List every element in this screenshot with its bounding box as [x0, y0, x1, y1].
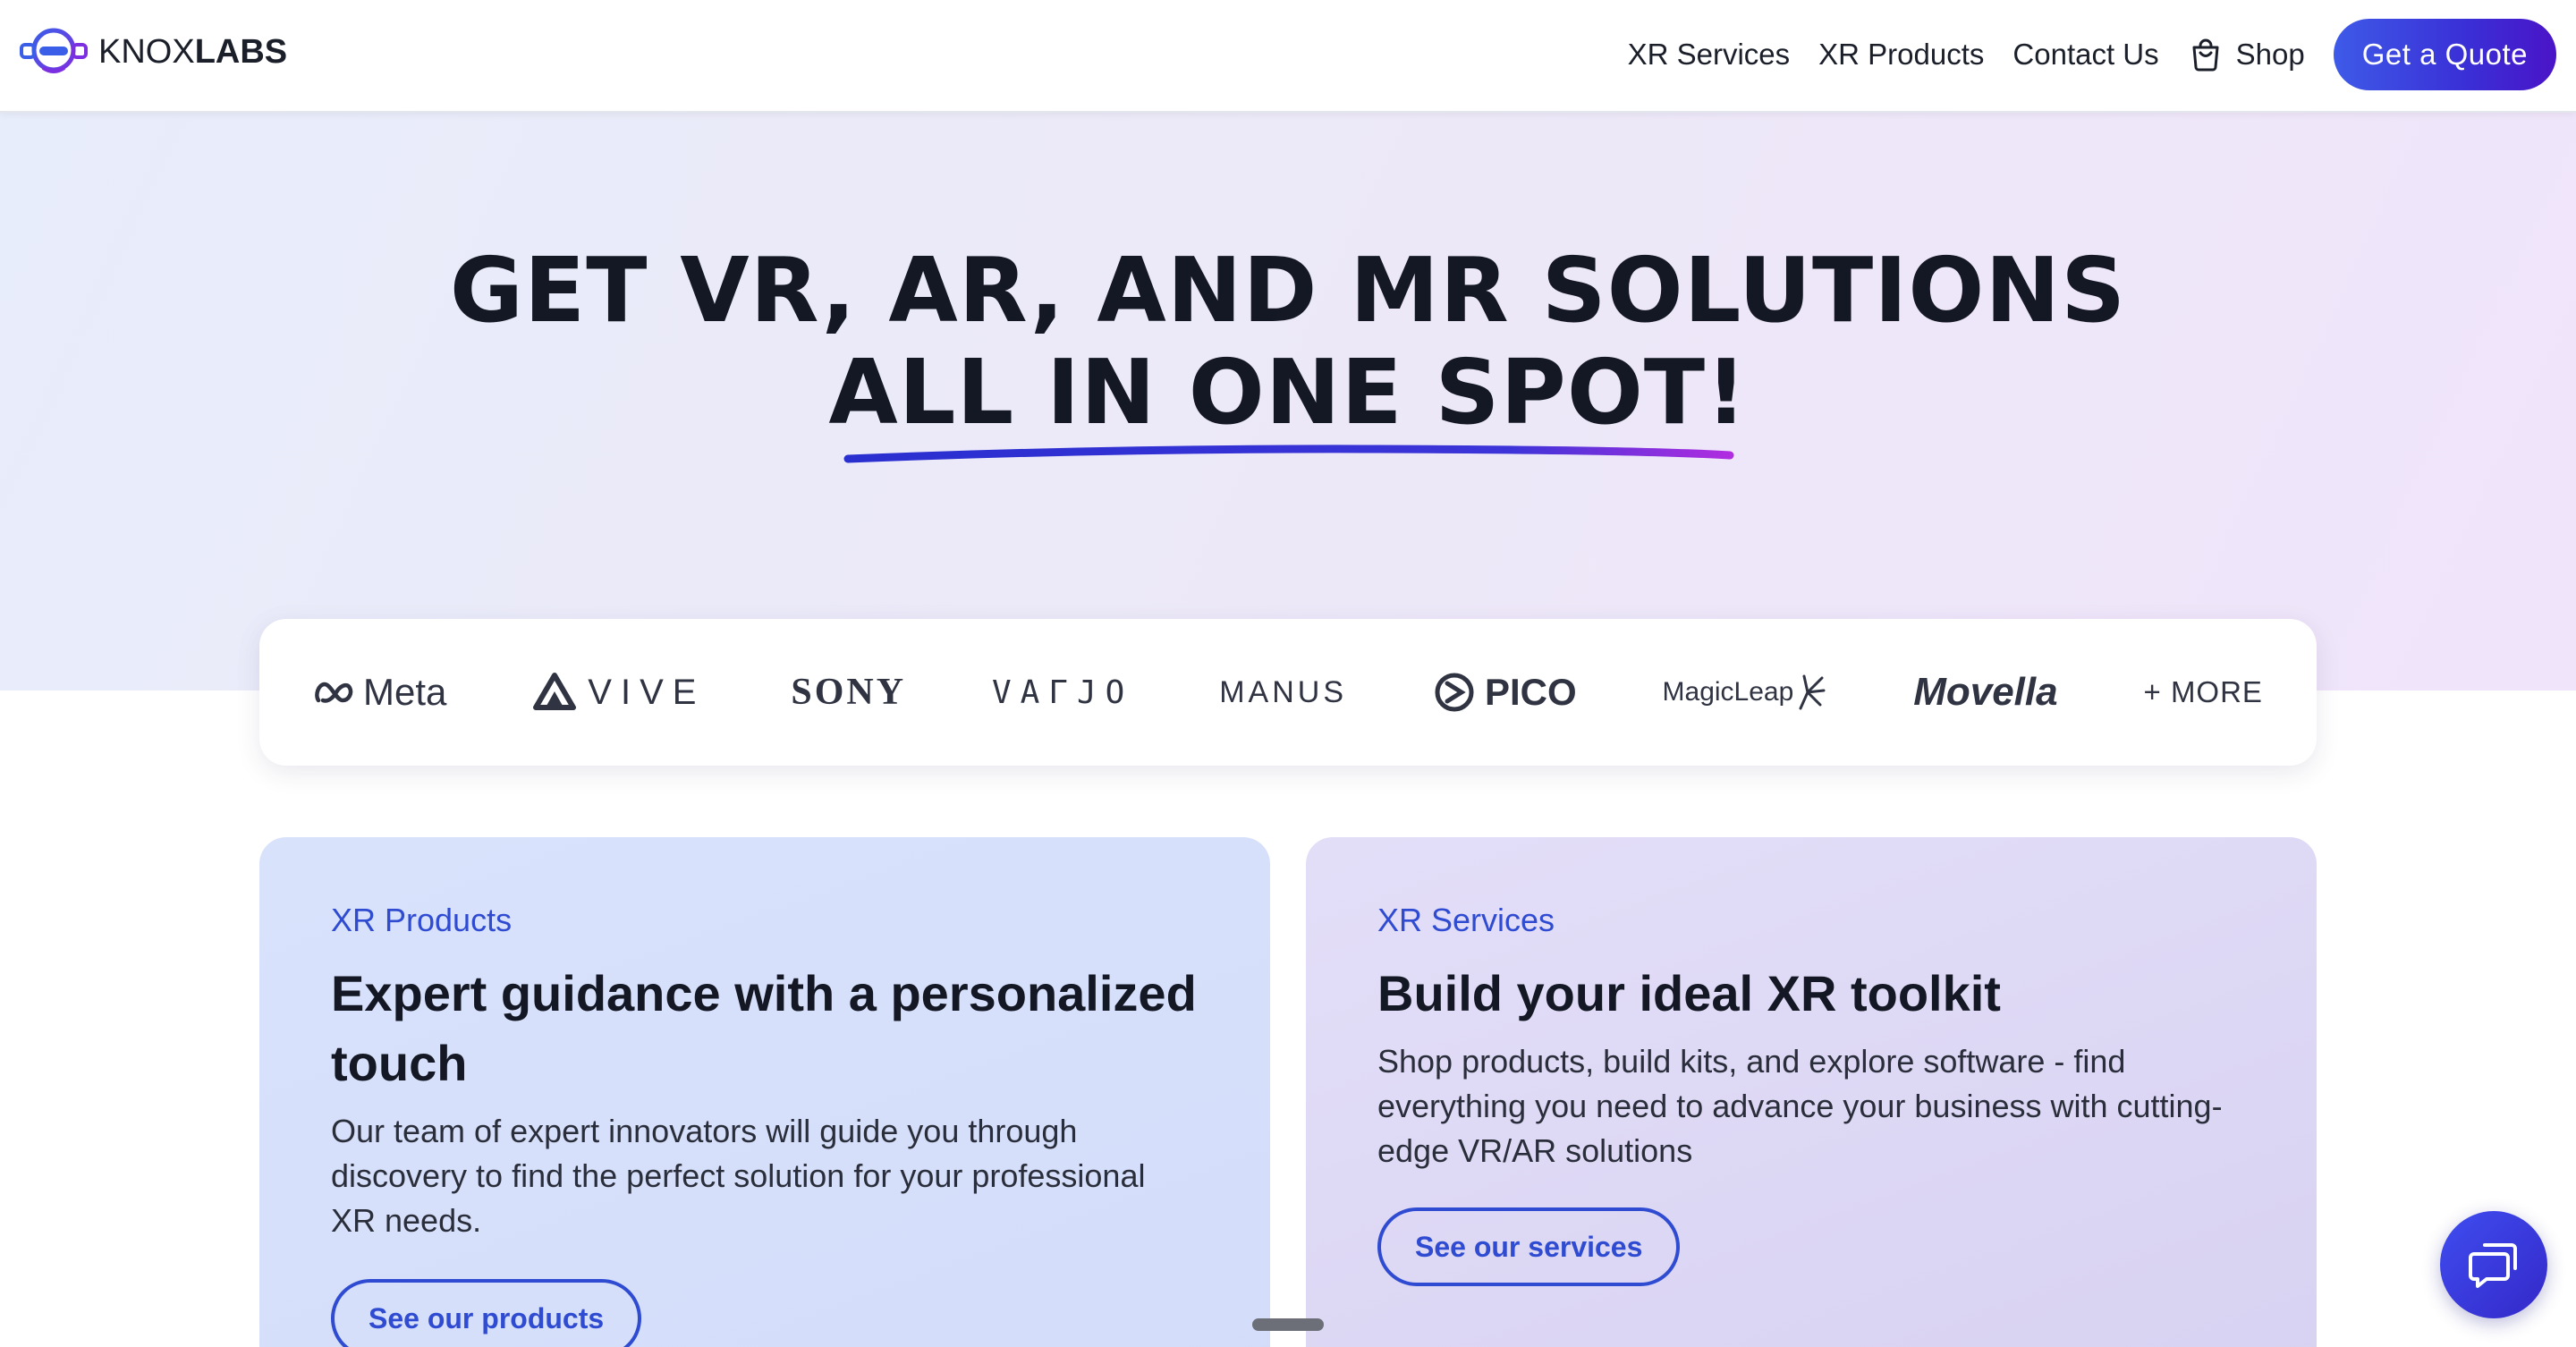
pico-logo-icon [1435, 673, 1474, 712]
card-title: Expert guidance with a personalized touc… [331, 965, 1197, 1091]
meta-infinity-icon [315, 682, 353, 703]
hero-title: GET VR, AR, AND MR SOLUTIONS ALL IN ONE … [0, 240, 2576, 444]
chat-bubble-icon [2469, 1243, 2517, 1288]
hero-title-line-1: GET VR, AR, AND MR SOLUTIONS [449, 238, 2127, 343]
logo-text: KNOXLABS [98, 32, 288, 71]
see-our-products-button[interactable]: See our products [331, 1279, 642, 1347]
hero-title-line-2: ALL IN ONE SPOT! [828, 340, 1748, 445]
nav-shop-label: Shop [2235, 38, 2305, 71]
shopping-bag-icon [2192, 38, 2219, 72]
brand-meta[interactable]: Meta [313, 671, 446, 714]
xr-services-card: XR Services Build your ideal XR toolkit … [1306, 837, 2317, 1347]
chat-launcher-button[interactable] [2440, 1211, 2547, 1318]
main-nav: XR Services XR Products Contact Us Shop … [1628, 18, 2556, 91]
card-text: Shop products, build kits, and explore s… [1377, 1043, 2223, 1169]
brand-vive[interactable]: VIVE [532, 672, 705, 713]
nav-xr-services[interactable]: XR Services [1628, 38, 1791, 72]
card-title: Build your ideal XR toolkit [1377, 965, 2001, 1021]
brand-pico[interactable]: PICO [1433, 671, 1577, 714]
brand-manus[interactable]: MANUS [1219, 675, 1347, 710]
logo[interactable]: KNOXLABS [16, 23, 287, 80]
xr-products-card: XR Products Expert guidance with a perso… [259, 837, 1270, 1347]
get-a-quote-button[interactable]: Get a Quote [2333, 19, 2556, 90]
scroll-handle[interactable] [1252, 1318, 1324, 1331]
site-header: KNOXLABS XR Services XR Products Contact… [0, 0, 2576, 113]
vive-triangle-icon [533, 673, 577, 710]
card-text: Our team of expert innovators will guide… [331, 1113, 1146, 1239]
hero-underline-decoration [843, 445, 1734, 463]
brands-more-link[interactable]: + MORE [2144, 675, 2263, 709]
nav-shop[interactable]: Shop [2188, 37, 2305, 72]
brand-magic-leap[interactable]: MagicLeap [1663, 673, 1828, 712]
brand-varjo[interactable]: VAГJO [992, 674, 1133, 711]
headset-logo-icon [20, 28, 88, 73]
magic-leap-star-icon [1799, 674, 1826, 710]
nav-contact-us[interactable]: Contact Us [2012, 38, 2158, 72]
see-our-services-button[interactable]: See our services [1377, 1207, 1681, 1286]
brand-sony[interactable]: SONY [791, 671, 906, 714]
card-eyebrow: XR Services [1377, 902, 1555, 938]
card-eyebrow: XR Products [331, 902, 513, 938]
brand-logos-bar: Meta VIVE SONY VAГJO MANUS PICO MagicLea… [259, 619, 2317, 766]
brand-movella[interactable]: Movella [1913, 670, 2057, 715]
nav-xr-products[interactable]: XR Products [1818, 38, 1984, 72]
